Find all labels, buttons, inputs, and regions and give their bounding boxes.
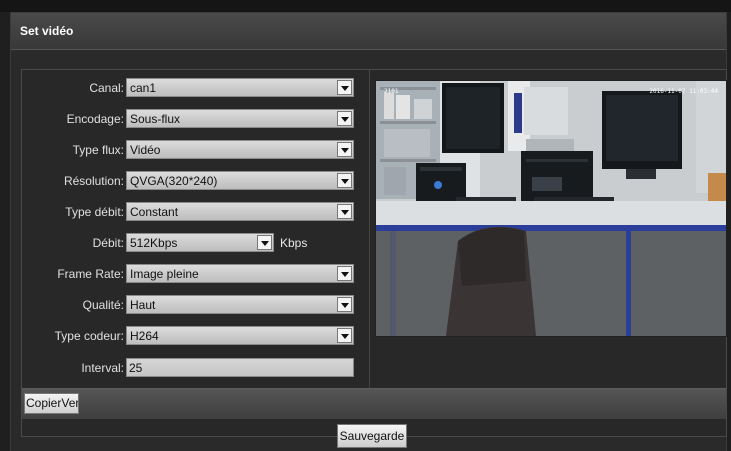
frame-rate-label: Frame Rate: <box>57 267 124 281</box>
type-flux-select[interactable]: Vidéo <box>126 140 354 159</box>
chevron-down-icon[interactable] <box>337 142 352 157</box>
column-divider <box>369 70 370 390</box>
video-preview: 2101 2016-11-07 11:03:44 <box>375 80 727 337</box>
row-type-codeur: Type codeur: H264 <box>22 326 364 346</box>
frame-rate-select[interactable]: Image pleine <box>126 264 354 283</box>
interval-value: 25 <box>129 361 143 375</box>
type-codeur-select[interactable]: H264 <box>126 326 354 345</box>
canal-value: can1 <box>130 81 157 95</box>
type-codeur-label: Type codeur: <box>54 329 124 343</box>
frame-rate-value: Image pleine <box>130 267 199 281</box>
resolution-label: Résolution: <box>63 174 124 188</box>
chevron-down-icon[interactable] <box>337 328 352 343</box>
row-encodage: Encodage: Sous-flux <box>22 109 364 129</box>
row-resolution: Résolution: QVGA(320*240) <box>22 171 364 191</box>
debit-value: 512Kbps <box>130 236 178 250</box>
canal-select[interactable]: can1 <box>126 78 354 97</box>
row-qualite: Qualité: Haut <box>22 295 364 315</box>
camera-image: 2101 2016-11-07 11:03:44 <box>376 81 726 336</box>
copy-to-button[interactable]: CopierVers <box>24 393 79 414</box>
debit-select[interactable]: 512Kbps <box>126 233 274 252</box>
chevron-down-icon[interactable] <box>337 266 352 281</box>
resolution-select[interactable]: QVGA(320*240) <box>126 171 354 190</box>
chevron-down-icon[interactable] <box>337 173 352 188</box>
row-debit: Débit: 512Kbps Kbps <box>22 233 364 253</box>
video-settings-panel: Set vidéo Canal: can1 Encodage: Sous-flu… <box>10 12 727 451</box>
row-type-debit: Type débit: Constant <box>22 202 364 222</box>
canal-label: Canal: <box>89 81 124 95</box>
timestamp-overlay: 2016-11-07 11:03:44 <box>649 88 718 95</box>
panel-header: Set vidéo <box>11 13 726 50</box>
type-codeur-value: H264 <box>130 329 159 343</box>
chevron-down-icon[interactable] <box>257 235 272 250</box>
save-button[interactable]: Sauvegarde <box>337 424 407 448</box>
debit-label: Débit: <box>92 236 124 250</box>
settings-form-box: Canal: can1 Encodage: Sous-flux Type flu… <box>21 69 727 437</box>
qualite-select[interactable]: Haut <box>126 295 354 314</box>
row-frame-rate: Frame Rate: Image pleine <box>22 264 364 284</box>
interval-input[interactable]: 25 <box>126 358 354 377</box>
type-debit-value: Constant <box>130 205 179 219</box>
interval-label: Interval: <box>81 361 124 375</box>
debit-unit: Kbps <box>280 236 308 250</box>
panel-title: Set vidéo <box>20 24 74 38</box>
chevron-down-icon[interactable] <box>337 297 352 312</box>
row-type-flux: Type flux: Vidéo <box>22 140 364 160</box>
settings-form: Canal: can1 Encodage: Sous-flux Type flu… <box>22 70 364 390</box>
form-footer-bar: CopierVers <box>22 388 726 419</box>
qualite-label: Qualité: <box>82 298 124 312</box>
encodage-value: Sous-flux <box>130 112 181 126</box>
chevron-down-icon[interactable] <box>337 80 352 95</box>
channel-overlay: 2101 <box>384 88 399 95</box>
top-strip <box>0 0 731 12</box>
resolution-value: QVGA(320*240) <box>130 174 218 188</box>
chevron-down-icon[interactable] <box>337 111 352 126</box>
chevron-down-icon[interactable] <box>337 204 352 219</box>
qualite-value: Haut <box>130 298 156 312</box>
type-debit-label: Type débit: <box>65 205 124 219</box>
type-flux-label: Type flux: <box>72 143 124 157</box>
encodage-select[interactable]: Sous-flux <box>126 109 354 128</box>
row-canal: Canal: can1 <box>22 78 364 98</box>
type-flux-value: Vidéo <box>130 143 161 157</box>
encodage-label: Encodage: <box>66 112 124 126</box>
row-interval: Interval: 25 <box>22 358 364 378</box>
type-debit-select[interactable]: Constant <box>126 202 354 221</box>
